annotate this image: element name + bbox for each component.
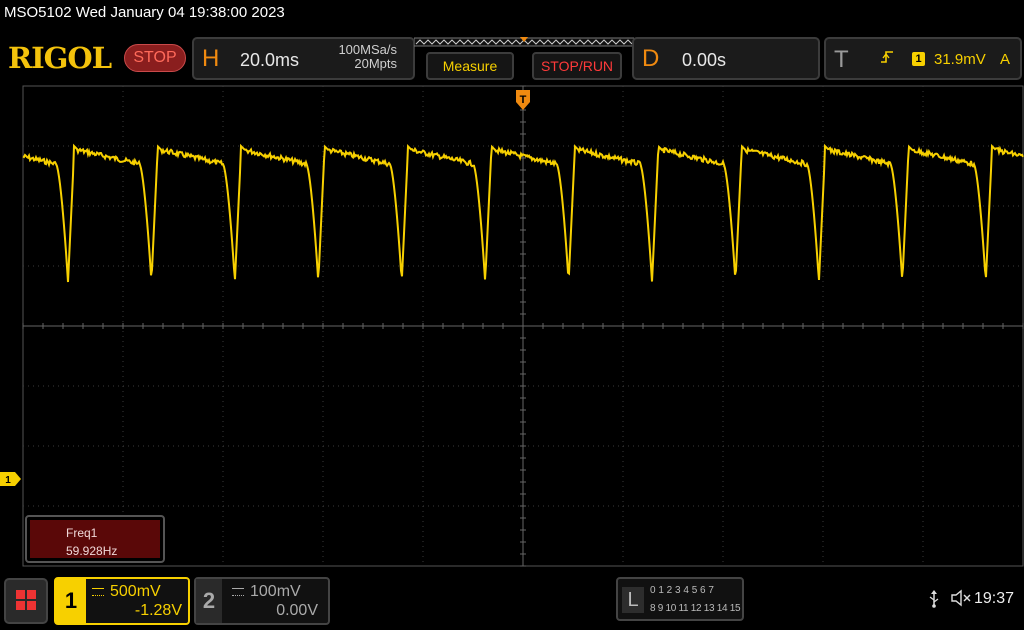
channel1-offset-marker[interactable]: 1: [0, 471, 22, 487]
rising-edge-icon: [881, 51, 893, 63]
trigger-source-badge: 1: [912, 52, 925, 66]
measure-button[interactable]: Measure: [426, 52, 514, 80]
trigger-mode: A: [1000, 51, 1011, 68]
channel1-offset: -1.28V: [134, 602, 182, 619]
memory-position-bar[interactable]: [414, 37, 634, 47]
channel2-panel[interactable]: 2 100mV 0.00V: [194, 577, 330, 625]
logic-channels-row2: 8 9 10 11 12 13 14 15: [650, 603, 741, 614]
channel1-number: 1: [56, 579, 86, 623]
dc-coupling-icon: [92, 587, 104, 596]
trigger-level: 31.9mV: [934, 51, 986, 68]
menu-grid-icon: [16, 590, 36, 610]
channel1-marker-label: 1: [5, 475, 11, 486]
dc-coupling-icon: [232, 587, 244, 596]
logic-analyzer-panel[interactable]: L 0 1 2 3 4 5 6 7 8 9 10 11 12 13 14 15: [616, 577, 744, 621]
title-line: MSO5102 Wed January 04 19:38:00 2023: [4, 4, 285, 21]
channel1-panel[interactable]: 1 500mV -1.28V: [54, 577, 190, 625]
measurement-value: 59.928Hz: [66, 544, 118, 558]
channel1-scale-value: 500mV: [110, 583, 161, 600]
graticule: [22, 85, 1024, 567]
clock: 19:37: [974, 590, 1015, 607]
measurement-name: Freq1: [66, 526, 98, 540]
measurement-readout[interactable]: Freq1 59.928Hz: [25, 515, 165, 563]
channel2-scale: 100mV: [232, 583, 301, 601]
channel2-scale-value: 100mV: [250, 583, 301, 600]
memory-depth: 20Mpts: [354, 56, 397, 71]
run-state-badge[interactable]: STOP: [124, 44, 186, 72]
horizontal-letter: H: [202, 45, 220, 72]
logic-channels-row1: 0 1 2 3 4 5 6 7: [650, 585, 714, 596]
delay-value: 0.00s: [682, 50, 727, 70]
stop-run-button[interactable]: STOP/RUN: [532, 52, 622, 80]
channel1-scale: 500mV: [92, 583, 161, 601]
delay-panel[interactable]: D 0.00s: [632, 37, 820, 80]
sample-info: 100MSa/s 20Mpts: [338, 43, 397, 71]
horizontal-panel[interactable]: H 20.0ms 100MSa/s 20Mpts: [192, 37, 415, 80]
speaker-muted-icon[interactable]: [950, 589, 972, 607]
trigger-letter: T: [834, 46, 849, 73]
timebase-value: 20.0ms: [240, 50, 300, 70]
trigger-position-marker[interactable]: T: [516, 90, 530, 110]
waveform-display[interactable]: T: [0, 84, 1024, 568]
measurement-inner: Freq1 59.928Hz: [30, 520, 160, 558]
logic-letter: L: [622, 587, 644, 613]
rigol-logo: RIGOL: [8, 41, 112, 75]
usb-icon: [929, 590, 939, 608]
trigger-panel[interactable]: T 1 31.9mV A: [824, 37, 1022, 80]
channel2-number: 2: [196, 579, 222, 623]
trigger-marker-label: T: [520, 94, 527, 106]
main-menu-button[interactable]: [4, 578, 48, 624]
channel2-offset: 0.00V: [276, 602, 318, 619]
sample-rate: 100MSa/s: [338, 42, 397, 57]
delay-letter: D: [642, 45, 660, 72]
